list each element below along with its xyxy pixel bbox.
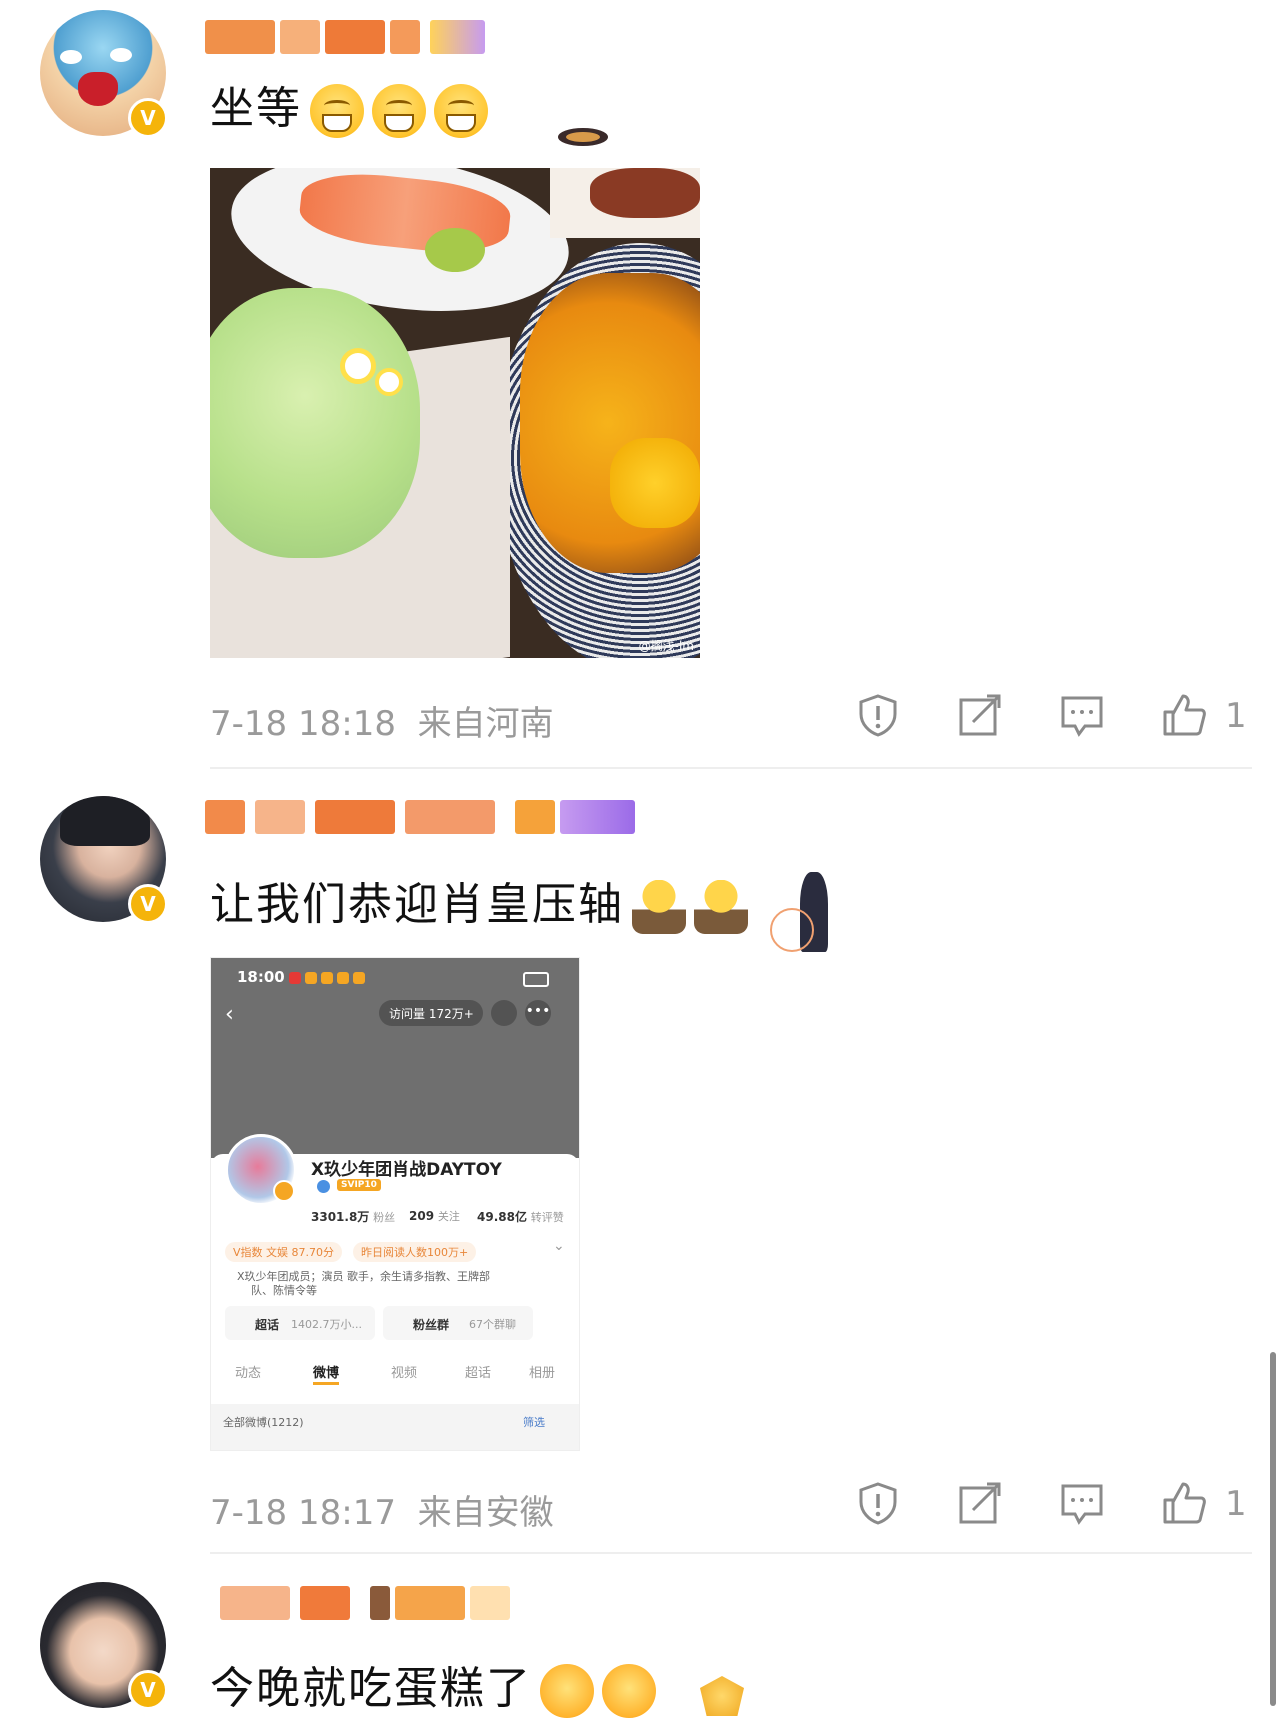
- username-blurred[interactable]: [205, 800, 635, 834]
- comment-actions: 1: [855, 1480, 1255, 1536]
- like-icon[interactable]: [1161, 1480, 1207, 1526]
- decoration-sticker-icon: [548, 110, 623, 160]
- repost-icon[interactable]: [957, 692, 1003, 738]
- comment-time: 7-18 18:17: [210, 1493, 396, 1533]
- divider: [210, 1552, 1252, 1554]
- bio-line-2: 队、陈情令等: [251, 1284, 317, 1297]
- image-watermark: @搁浅-lm: [638, 639, 694, 653]
- supertopic-card[interactable]: 超话 1402.7万小...: [225, 1306, 375, 1340]
- laugh-emoji-icon: [602, 1664, 656, 1718]
- back-chevron-icon[interactable]: ‹: [225, 1002, 234, 1027]
- divider: [210, 767, 1252, 769]
- comment-actions: 1: [855, 692, 1255, 748]
- followers-label: 粉丝: [373, 1211, 396, 1224]
- decoration-sticker-icon: [770, 868, 865, 956]
- scrollbar[interactable]: [1270, 1352, 1276, 1706]
- verified-badge-icon: V: [128, 1670, 168, 1710]
- tab-weibo[interactable]: 微博: [313, 1362, 339, 1381]
- username-blurred[interactable]: [205, 20, 485, 54]
- grin-emoji-icon: [310, 84, 364, 138]
- following-label: 关注: [437, 1210, 460, 1223]
- tab-supertopic[interactable]: 超话: [465, 1362, 491, 1381]
- comment-icon[interactable]: [1059, 1480, 1105, 1526]
- following-count: 209 关注: [409, 1208, 460, 1224]
- search-icon[interactable]: [491, 1000, 517, 1026]
- reposts-count: 49.88亿 转评赞: [477, 1208, 564, 1225]
- comment-text: 今晚就吃蛋糕了: [210, 1652, 656, 1718]
- reads-tag[interactable]: 昨日阅读人数100万+: [353, 1242, 477, 1262]
- filter-button[interactable]: 筛选: [523, 1414, 545, 1430]
- fangroup-card[interactable]: 粉丝群 67个群聊: [383, 1306, 533, 1340]
- verified-badge-icon: V: [128, 98, 168, 138]
- bow-emoji-icon: [632, 880, 686, 934]
- following-num: 209: [409, 1209, 435, 1223]
- comment-icon[interactable]: [1059, 692, 1105, 738]
- comment-image-screenshot[interactable]: 18:00 ‹ 访问量 172万+ ••• X玖少年团肖战DAYTOY SVIP…: [210, 957, 580, 1451]
- comment-text: 坐等: [210, 72, 488, 138]
- status-icons: [289, 972, 369, 984]
- vindex-tag[interactable]: V指数 文娱 87.70分: [225, 1242, 343, 1262]
- all-posts-count: 全部微博(1212): [223, 1416, 304, 1429]
- comment-body: 坐等: [210, 83, 302, 134]
- report-icon[interactable]: [855, 692, 901, 738]
- profile-cover: [211, 958, 579, 1158]
- verified-badge-icon: [273, 1180, 295, 1202]
- visits-count: 访问量 172万+: [389, 1007, 474, 1021]
- blue-v-icon: [317, 1180, 330, 1193]
- comment-text: 让我们恭迎肖皇压轴: [210, 868, 748, 934]
- visits-pill[interactable]: 访问量 172万+: [379, 1000, 483, 1026]
- more-icon[interactable]: •••: [525, 1000, 551, 1026]
- report-icon[interactable]: [855, 1480, 901, 1526]
- battery-icon: [523, 972, 549, 987]
- laugh-emoji-icon: [540, 1664, 594, 1718]
- like-count: 1: [1225, 1484, 1247, 1524]
- username-blurred[interactable]: [220, 1586, 510, 1620]
- comment-location: 来自河南: [417, 704, 554, 744]
- followers-count: 3301.8万 粉丝: [311, 1208, 395, 1225]
- reposts-num: 49.88亿: [477, 1210, 527, 1224]
- comment-time: 7-18 18:18: [210, 704, 396, 744]
- supertopic-count: 1402.7万小...: [291, 1318, 362, 1331]
- profile-name: X玖少年团肖战DAYTOY: [311, 1160, 502, 1180]
- verified-badge-icon: V: [128, 884, 168, 924]
- comment-meta: 7-18 18:18 来自河南: [210, 696, 554, 745]
- status-time: 18:00: [237, 968, 285, 986]
- tab-album[interactable]: 相册: [529, 1362, 555, 1381]
- tab-video[interactable]: 视频: [391, 1362, 417, 1381]
- grin-emoji-icon: [372, 84, 426, 138]
- reposts-label: 转评赞: [530, 1211, 564, 1224]
- comment-body: 让我们恭迎肖皇压轴: [210, 879, 624, 930]
- decoration-badge-icon: [690, 1668, 754, 1722]
- repost-icon[interactable]: [957, 1480, 1003, 1526]
- like-count: 1: [1225, 696, 1247, 736]
- bow-emoji-icon: [694, 880, 748, 934]
- comment-location: 来自安徽: [417, 1493, 554, 1533]
- comment-image[interactable]: @搁浅-lm: [210, 168, 700, 658]
- svip-badge: SVIP10: [337, 1179, 381, 1191]
- supertopic-label: 超话: [255, 1318, 280, 1332]
- tab-dynamic[interactable]: 动态: [235, 1362, 261, 1381]
- grin-emoji-icon: [434, 84, 488, 138]
- fangroup-label: 粉丝群: [413, 1318, 450, 1332]
- active-tab-indicator: [313, 1382, 339, 1385]
- expand-chevron-icon[interactable]: ⌄: [553, 1238, 565, 1254]
- comment-body: 今晚就吃蛋糕了: [210, 1663, 532, 1714]
- followers-num: 3301.8万: [311, 1210, 370, 1224]
- like-icon[interactable]: [1161, 692, 1207, 738]
- fangroup-count: 67个群聊: [469, 1318, 516, 1331]
- comment-meta: 7-18 18:17 来自安徽: [210, 1485, 554, 1534]
